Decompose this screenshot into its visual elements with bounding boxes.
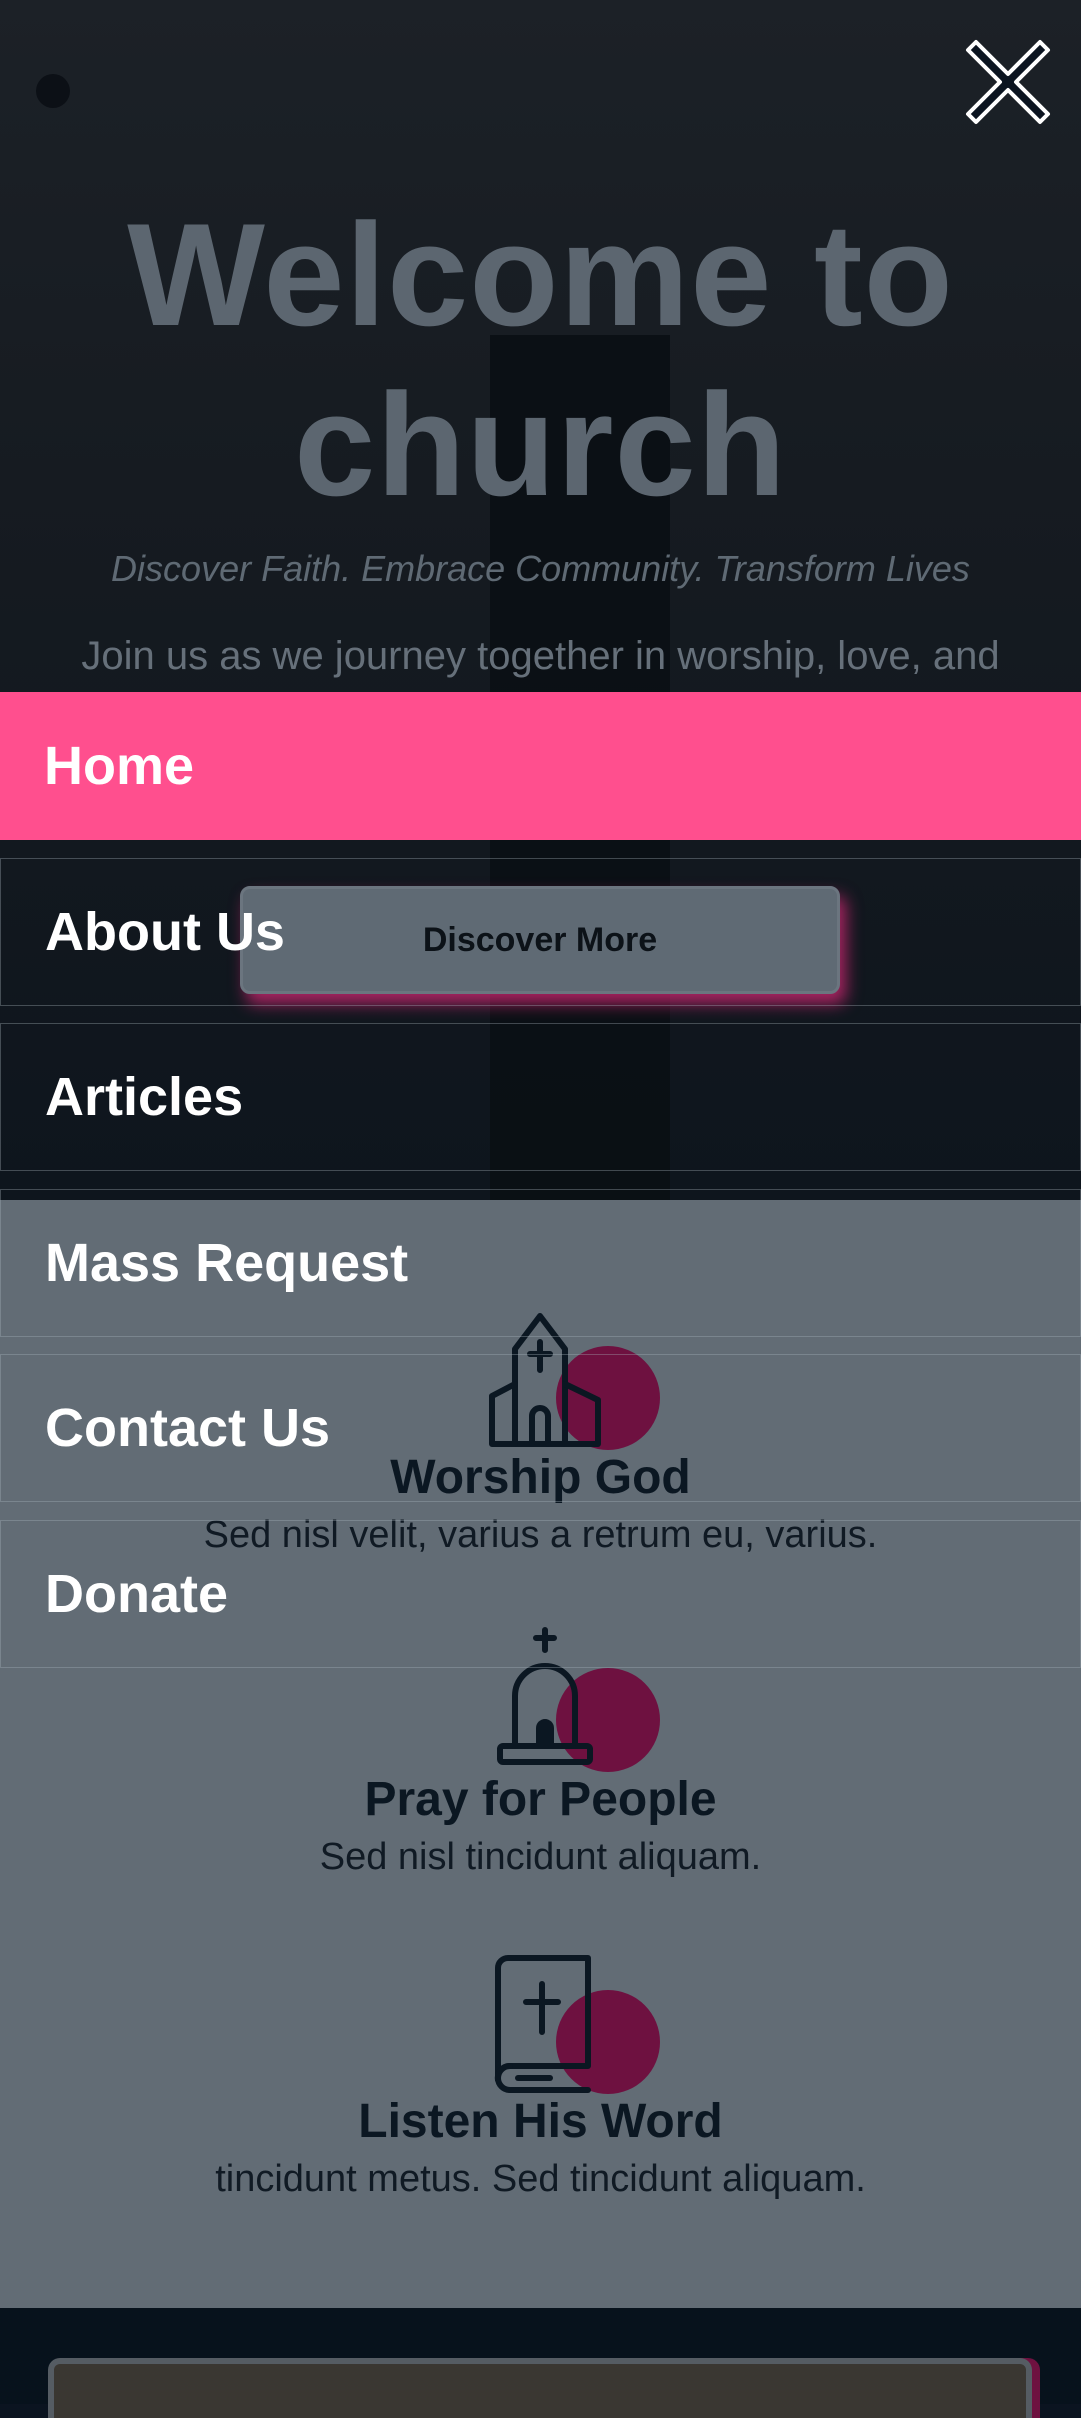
feature-title: Listen His Word bbox=[358, 2095, 723, 2148]
page: Welcome to church Discover Faith. Embrac… bbox=[0, 0, 1081, 2418]
nav-item-donate[interactable]: Donate bbox=[0, 1520, 1081, 1668]
bible-icon bbox=[494, 1955, 591, 2093]
hero-tagline: Discover Faith. Embrace Community. Trans… bbox=[111, 548, 970, 589]
nav-item-home[interactable]: Home bbox=[0, 692, 1081, 840]
hero-intro: Join us as we journey together in worshi… bbox=[81, 634, 1000, 678]
nav-item-mass-request[interactable]: Mass Request bbox=[0, 1189, 1081, 1337]
nav-item-contact-us[interactable]: Contact Us bbox=[0, 1354, 1081, 1502]
next-section-card bbox=[48, 2358, 1032, 2418]
hero-title-line2: church bbox=[294, 363, 787, 526]
nav-item-about-us[interactable]: About Us bbox=[0, 858, 1081, 1006]
close-icon[interactable] bbox=[962, 36, 1054, 128]
hero-title-line1: Welcome to bbox=[127, 193, 954, 356]
feature-text: tincidunt metus. Sed tincidunt aliquam. bbox=[215, 2158, 866, 2200]
nav-item-articles[interactable]: Articles bbox=[0, 1023, 1081, 1171]
hero-title: Welcome to church bbox=[0, 190, 1081, 530]
site-logo[interactable] bbox=[36, 74, 70, 108]
hero-section: Welcome to church Discover Faith. Embrac… bbox=[0, 0, 1081, 1200]
feature-title: Pray for People bbox=[364, 1773, 717, 1826]
feature-text: Sed nisl tincidunt aliquam. bbox=[319, 1836, 762, 1878]
